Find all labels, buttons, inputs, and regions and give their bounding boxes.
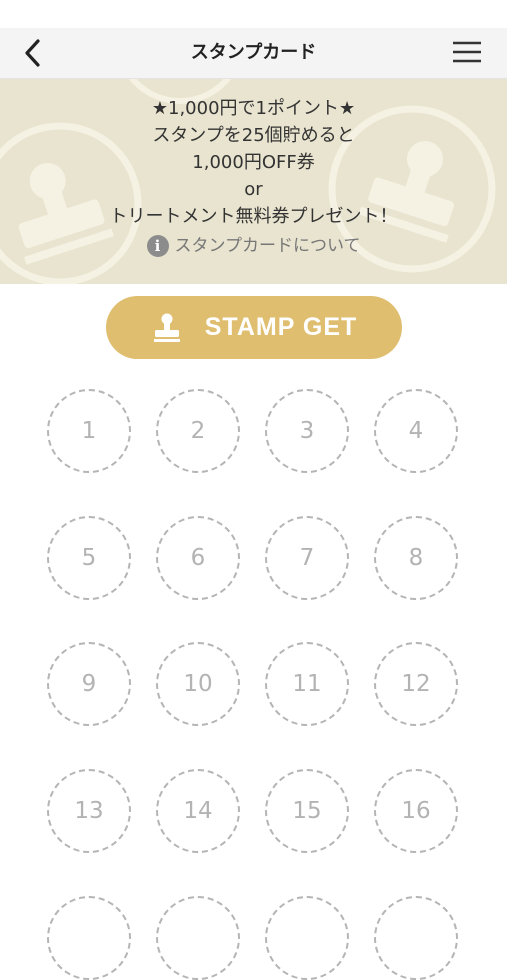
stamp-slot: 11 — [265, 642, 349, 726]
stamp-slot: 5 — [47, 516, 131, 600]
stamp-slot: 13 — [47, 769, 131, 853]
stamp-slot: 12 — [374, 642, 458, 726]
stamp-slot: 10 — [156, 642, 240, 726]
stamp-icon — [153, 313, 180, 342]
stamp-slot: 15 — [265, 769, 349, 853]
status-bar-area — [0, 0, 507, 28]
stamp-slot: 6 — [156, 516, 240, 600]
banner-line: スタンプを25個貯めると — [152, 125, 355, 146]
stamp-get-label: STAMP GET — [204, 313, 358, 341]
banner-line: トリートメント無料券プレゼント！ — [109, 206, 398, 227]
stamp-slot: 14 — [156, 769, 240, 853]
campaign-banner: ★1,000円で1ポイント★ スタンプを25個貯めると 1,000円OFF券 o… — [0, 79, 507, 284]
about-stamp-card-label: スタンプカードについて — [174, 236, 361, 256]
about-stamp-card-link[interactable]: i スタンプカードについて — [146, 232, 361, 260]
stamp-get-button[interactable]: STAMP GET — [106, 296, 402, 359]
stamp-slot: 8 — [374, 516, 458, 600]
chevron-left-icon — [25, 39, 40, 67]
stamp-slot: 4 — [374, 389, 458, 473]
nav-bar: スタンプカード — [0, 28, 507, 79]
back-button[interactable] — [16, 36, 50, 70]
banner-line: 1,000円OFF券 — [192, 152, 315, 173]
page-title: スタンプカード — [190, 42, 317, 63]
stamp-slot — [156, 896, 240, 980]
banner-line: or — [244, 179, 263, 200]
stamp-slot: 2 — [156, 389, 240, 473]
stamp-slot — [374, 896, 458, 980]
banner-message: ★1,000円で1ポイント★ スタンプを25個貯めると 1,000円OFF券 o… — [0, 95, 507, 260]
info-icon: i — [146, 235, 169, 257]
stamp-slot — [265, 896, 349, 980]
stamp-slot: 9 — [47, 642, 131, 726]
stamp-slot — [47, 896, 131, 980]
stamp-slot: 16 — [374, 769, 458, 853]
stamp-slot: 3 — [265, 389, 349, 473]
hamburger-icon — [453, 41, 481, 63]
banner-line: ★1,000円で1ポイント★ — [151, 98, 356, 119]
menu-button[interactable] — [448, 37, 486, 69]
stamp-slot: 7 — [265, 516, 349, 600]
stamp-slot: 1 — [47, 389, 131, 473]
